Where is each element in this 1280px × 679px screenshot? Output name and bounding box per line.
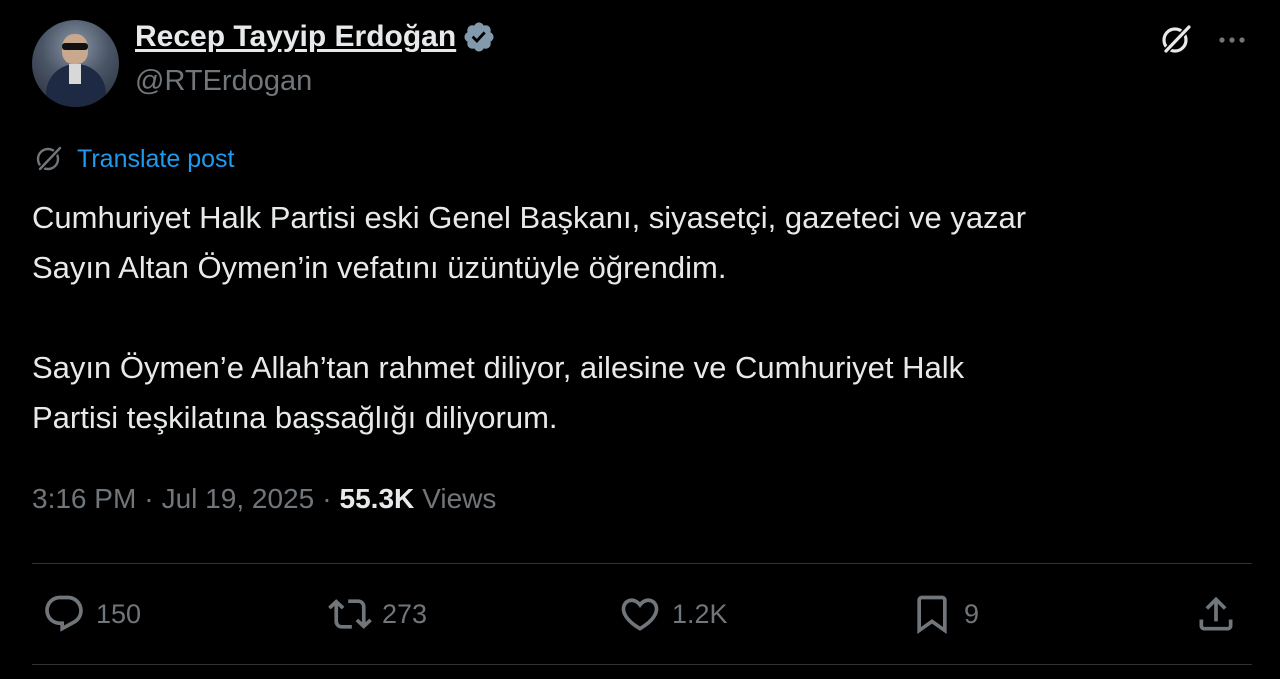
action-bar: 150 273 1.2K 9 (32, 590, 1252, 638)
divider (32, 563, 1252, 564)
views-count: 55.3K (339, 483, 415, 514)
avatar-collar-shape (69, 64, 81, 84)
verified-badge-icon[interactable] (462, 20, 496, 54)
translate-post-label: Translate post (77, 144, 235, 173)
post-meta: 3:16 PM · Jul 19, 2025 · 55.3K Views (32, 483, 496, 515)
repost-button[interactable]: 273 (328, 590, 427, 638)
translate-icon (36, 146, 62, 171)
like-button[interactable]: 1.2K (618, 590, 728, 638)
avatar[interactable] (32, 20, 119, 107)
meta-separator: · (144, 483, 154, 514)
post-date[interactable]: Jul 19, 2025 (162, 483, 315, 515)
share-icon (1199, 596, 1233, 631)
more-icon[interactable] (1212, 24, 1252, 56)
reply-button[interactable]: 150 (42, 590, 141, 638)
bookmark-icon (917, 595, 947, 635)
reply-count: 150 (96, 598, 142, 629)
repost-icon (328, 599, 372, 629)
divider (32, 664, 1252, 665)
heart-icon (621, 598, 659, 631)
meta-separator: · (322, 483, 332, 514)
post-body-text: Cumhuriyet Halk Partisi eski Genel Başka… (32, 200, 1027, 435)
grok-icon[interactable] (1158, 22, 1194, 58)
views-label: Views (422, 483, 497, 514)
share-button[interactable] (1194, 590, 1238, 638)
reply-icon (45, 595, 83, 632)
repost-count: 273 (382, 598, 428, 629)
bookmark-button[interactable]: 9 (910, 590, 979, 638)
bookmark-count: 9 (964, 598, 980, 629)
avatar-glasses-shape (62, 43, 88, 50)
like-count: 1.2K (672, 598, 728, 629)
translate-post-button[interactable]: Translate post (33, 143, 234, 175)
post-time[interactable]: 3:16 PM (32, 483, 136, 515)
author-display-name[interactable]: Recep Tayyip Erdoğan (135, 20, 456, 54)
author-name-row: Recep Tayyip Erdoğan (135, 20, 496, 54)
author-handle[interactable]: @RTErdogan (135, 65, 312, 98)
